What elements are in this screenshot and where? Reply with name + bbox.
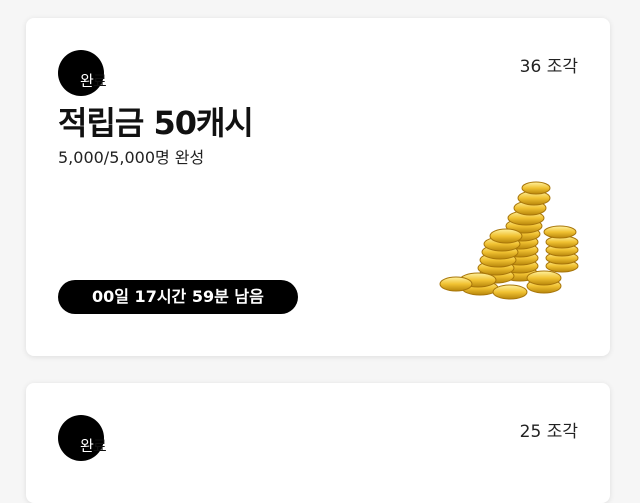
status-label: 완료 [80,437,107,455]
gold-coins-icon [439,181,579,300]
event-card[interactable]: 완료 36 조각 적립금 50캐시 5,000/5,000명 완성 00일 17… [26,18,610,356]
time-remaining-pill: 00일 17시간 59분 남음 [58,280,298,314]
status-label: 완료 [80,72,107,90]
piece-count: 36 조각 [519,57,578,77]
event-card[interactable]: 완료 25 조각 [26,383,610,503]
participant-progress: 5,000/5,000명 완성 [58,148,205,167]
reward-title: 적립금 50캐시 [58,104,254,142]
piece-count: 25 조각 [519,422,578,442]
